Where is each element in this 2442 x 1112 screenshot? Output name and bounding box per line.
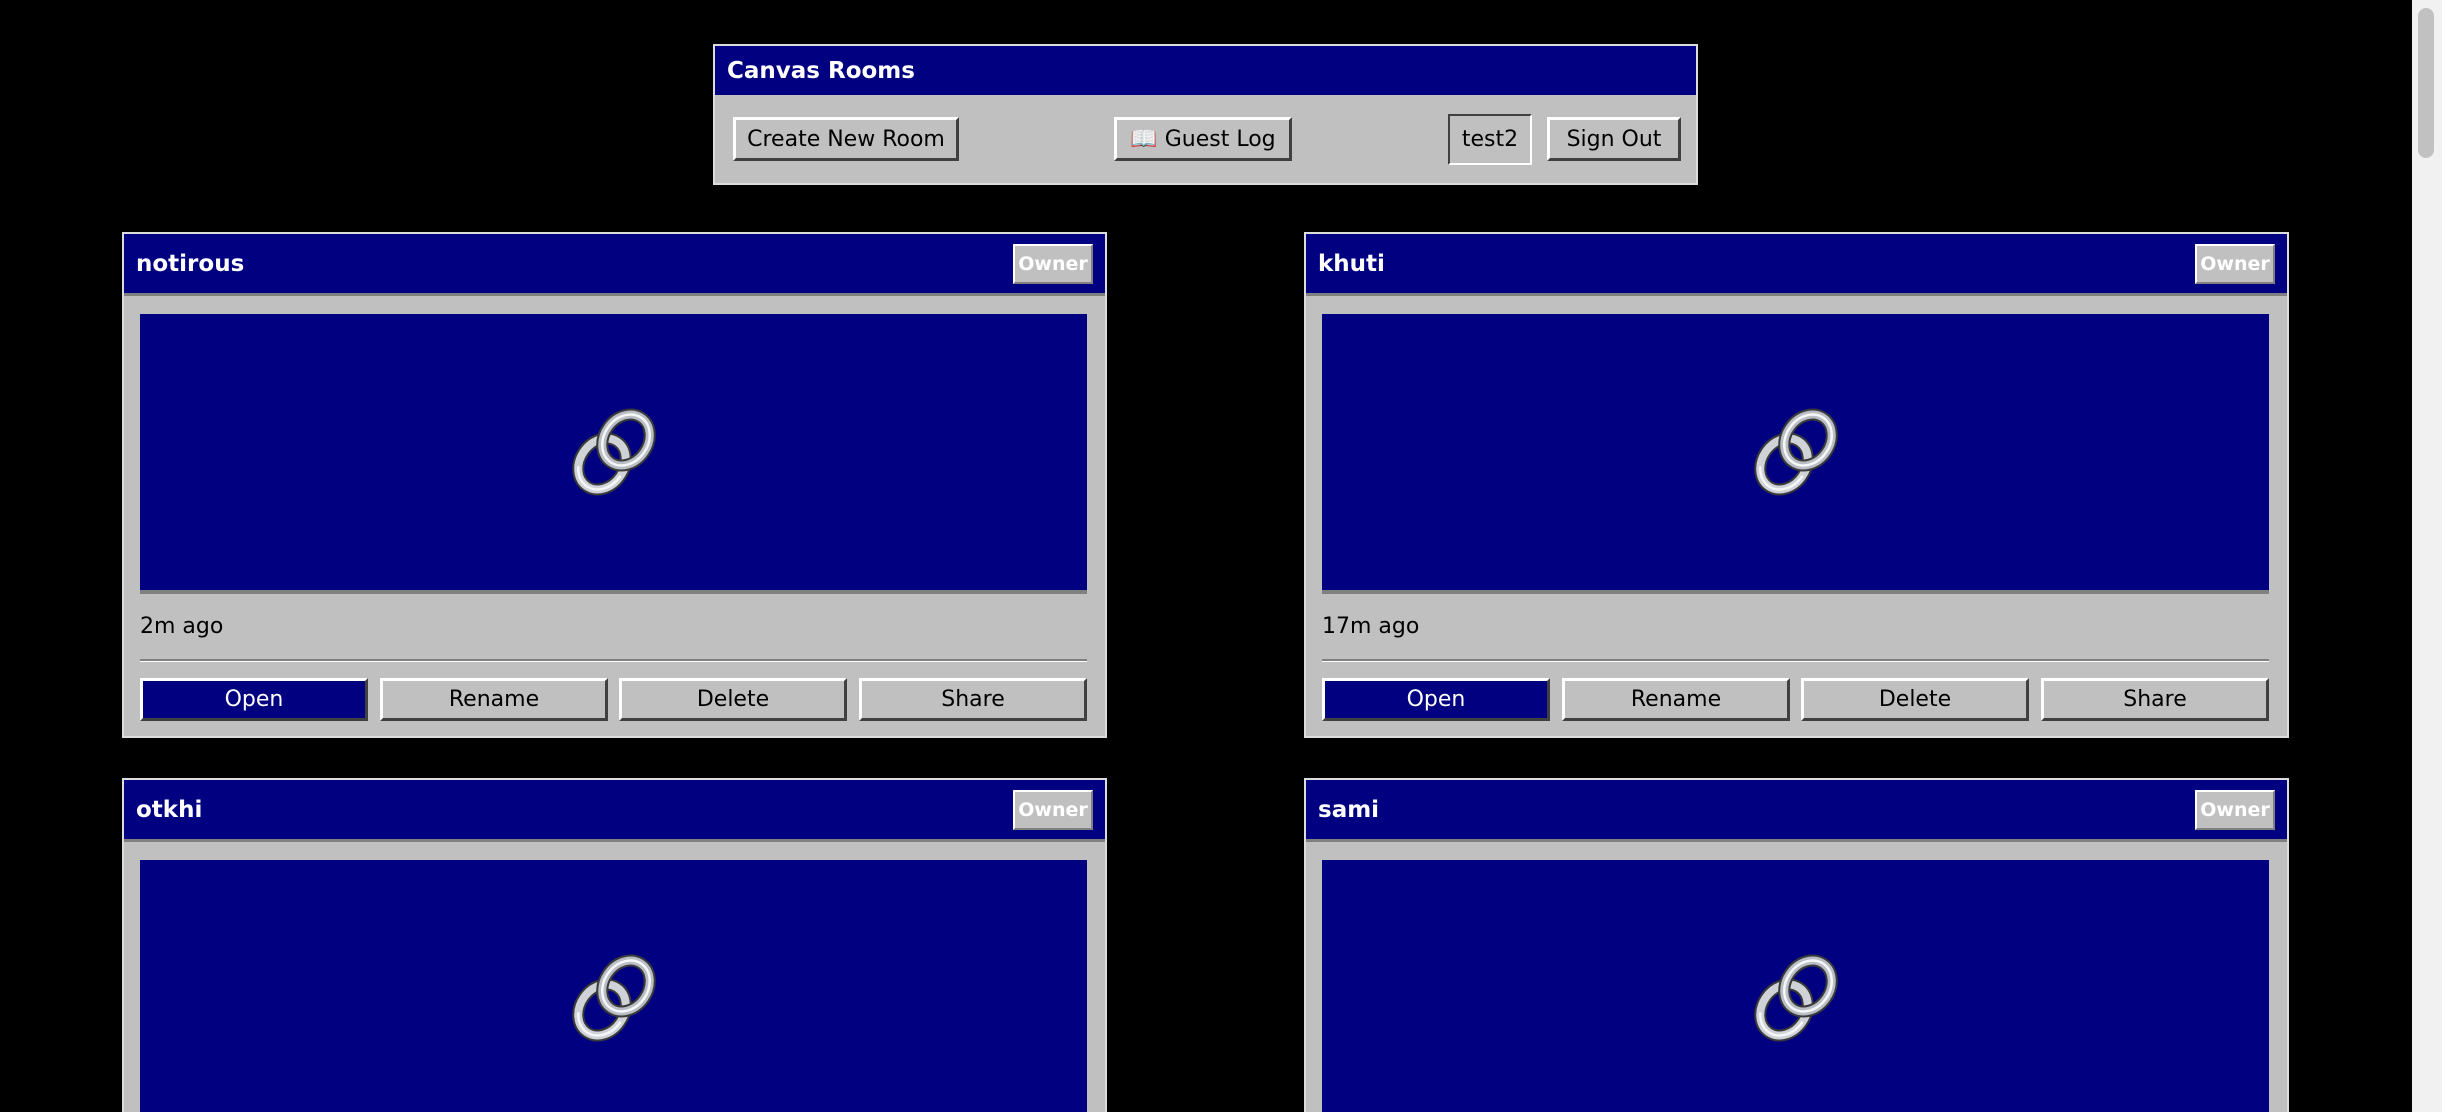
username-badge: test2 [1448,114,1532,165]
page: Canvas Rooms Create New Room 📖 Guest Log… [0,0,2442,1112]
room-preview[interactable] [1322,314,2269,594]
divider [1322,659,2269,662]
room-card: notirous Owner 2m ago Open Rename Delete… [122,232,1107,738]
link-icon [1746,402,1846,502]
delete-button[interactable]: Delete [619,678,847,721]
rename-button[interactable]: Rename [380,678,608,721]
sign-out-button[interactable]: Sign Out [1547,117,1681,161]
header-window: Canvas Rooms Create New Room 📖 Guest Log… [713,44,1698,185]
owner-badge: Owner [2195,790,2275,830]
room-name: khuti [1318,250,1385,277]
open-button[interactable]: Open [1322,678,1550,721]
guest-log-button[interactable]: 📖 Guest Log [1114,117,1292,161]
create-room-button[interactable]: Create New Room [733,117,959,161]
divider [140,659,1087,662]
open-button[interactable]: Open [140,678,368,721]
room-card: otkhi Owner [122,778,1107,1112]
app-title: Canvas Rooms [715,46,1696,95]
link-icon [564,402,664,502]
room-preview[interactable] [1322,860,2269,1112]
share-button[interactable]: Share [2041,678,2269,721]
link-icon [1746,948,1846,1048]
owner-badge: Owner [2195,244,2275,284]
page-scrollbar[interactable] [2412,0,2442,1112]
share-button[interactable]: Share [859,678,1087,721]
room-last-modified: 17m ago [1322,614,1420,639]
link-icon [564,948,664,1048]
delete-button[interactable]: Delete [1801,678,2029,721]
rename-button[interactable]: Rename [1562,678,1790,721]
owner-badge: Owner [1013,244,1093,284]
room-last-modified: 2m ago [140,614,224,639]
room-preview[interactable] [140,860,1087,1112]
room-name: sami [1318,796,1380,823]
room-card: khuti Owner 17m ago Open Rename Delete S… [1304,232,2289,738]
room-name: otkhi [136,796,203,823]
room-preview[interactable] [140,314,1087,594]
room-card: sami Owner [1304,778,2289,1112]
owner-badge: Owner [1013,790,1093,830]
room-name: notirous [136,250,245,277]
scrollbar-thumb[interactable] [2418,8,2434,158]
